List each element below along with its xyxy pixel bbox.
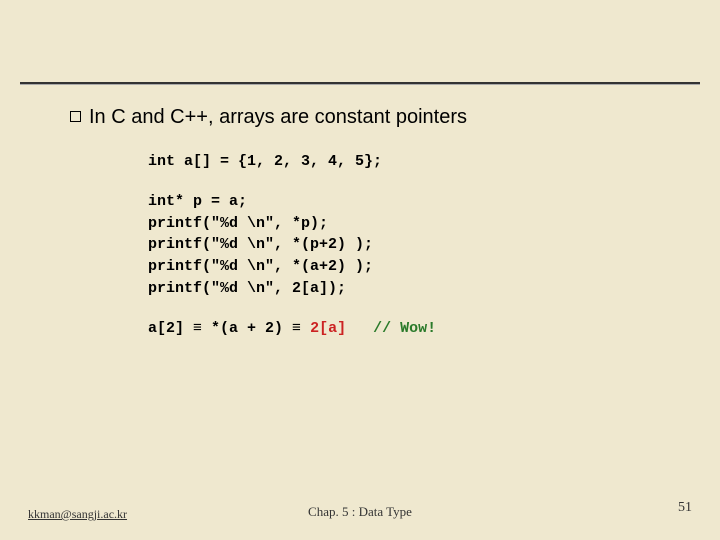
footer-chapter: Chap. 5 : Data Type	[0, 504, 720, 520]
eq-rhs: 2[a]	[310, 320, 346, 337]
eq-mid: *(a + 2)	[211, 320, 283, 337]
code-equivalence: a[2] ≡ *(a + 2) ≡ 2[a] // Wow!	[148, 318, 660, 340]
code-comment: // Wow!	[373, 320, 436, 337]
bullet-box-icon	[70, 111, 81, 122]
code-block: int a[] = {1, 2, 3, 4, 5}; int* p = a; pr…	[148, 151, 660, 339]
slide-content: In C and C++, arrays are constant pointe…	[70, 106, 660, 339]
footer: kkman@sangji.ac.kr Chap. 5 : Data Type 5…	[0, 500, 720, 522]
footer-page: 51	[678, 500, 692, 516]
eq-sym2: ≡	[283, 320, 310, 337]
code-declaration: int a[] = {1, 2, 3, 4, 5};	[148, 153, 382, 170]
eq-lhs: a[2]	[148, 320, 184, 337]
bullet-line: In C and C++, arrays are constant pointe…	[70, 106, 660, 129]
eq-sym1: ≡	[184, 320, 211, 337]
bullet-text: In C and C++, arrays are constant pointe…	[89, 106, 467, 128]
code-printf-block: int* p = a; printf("%d \n", *p); printf(…	[148, 191, 660, 300]
horizontal-rule	[20, 82, 700, 85]
